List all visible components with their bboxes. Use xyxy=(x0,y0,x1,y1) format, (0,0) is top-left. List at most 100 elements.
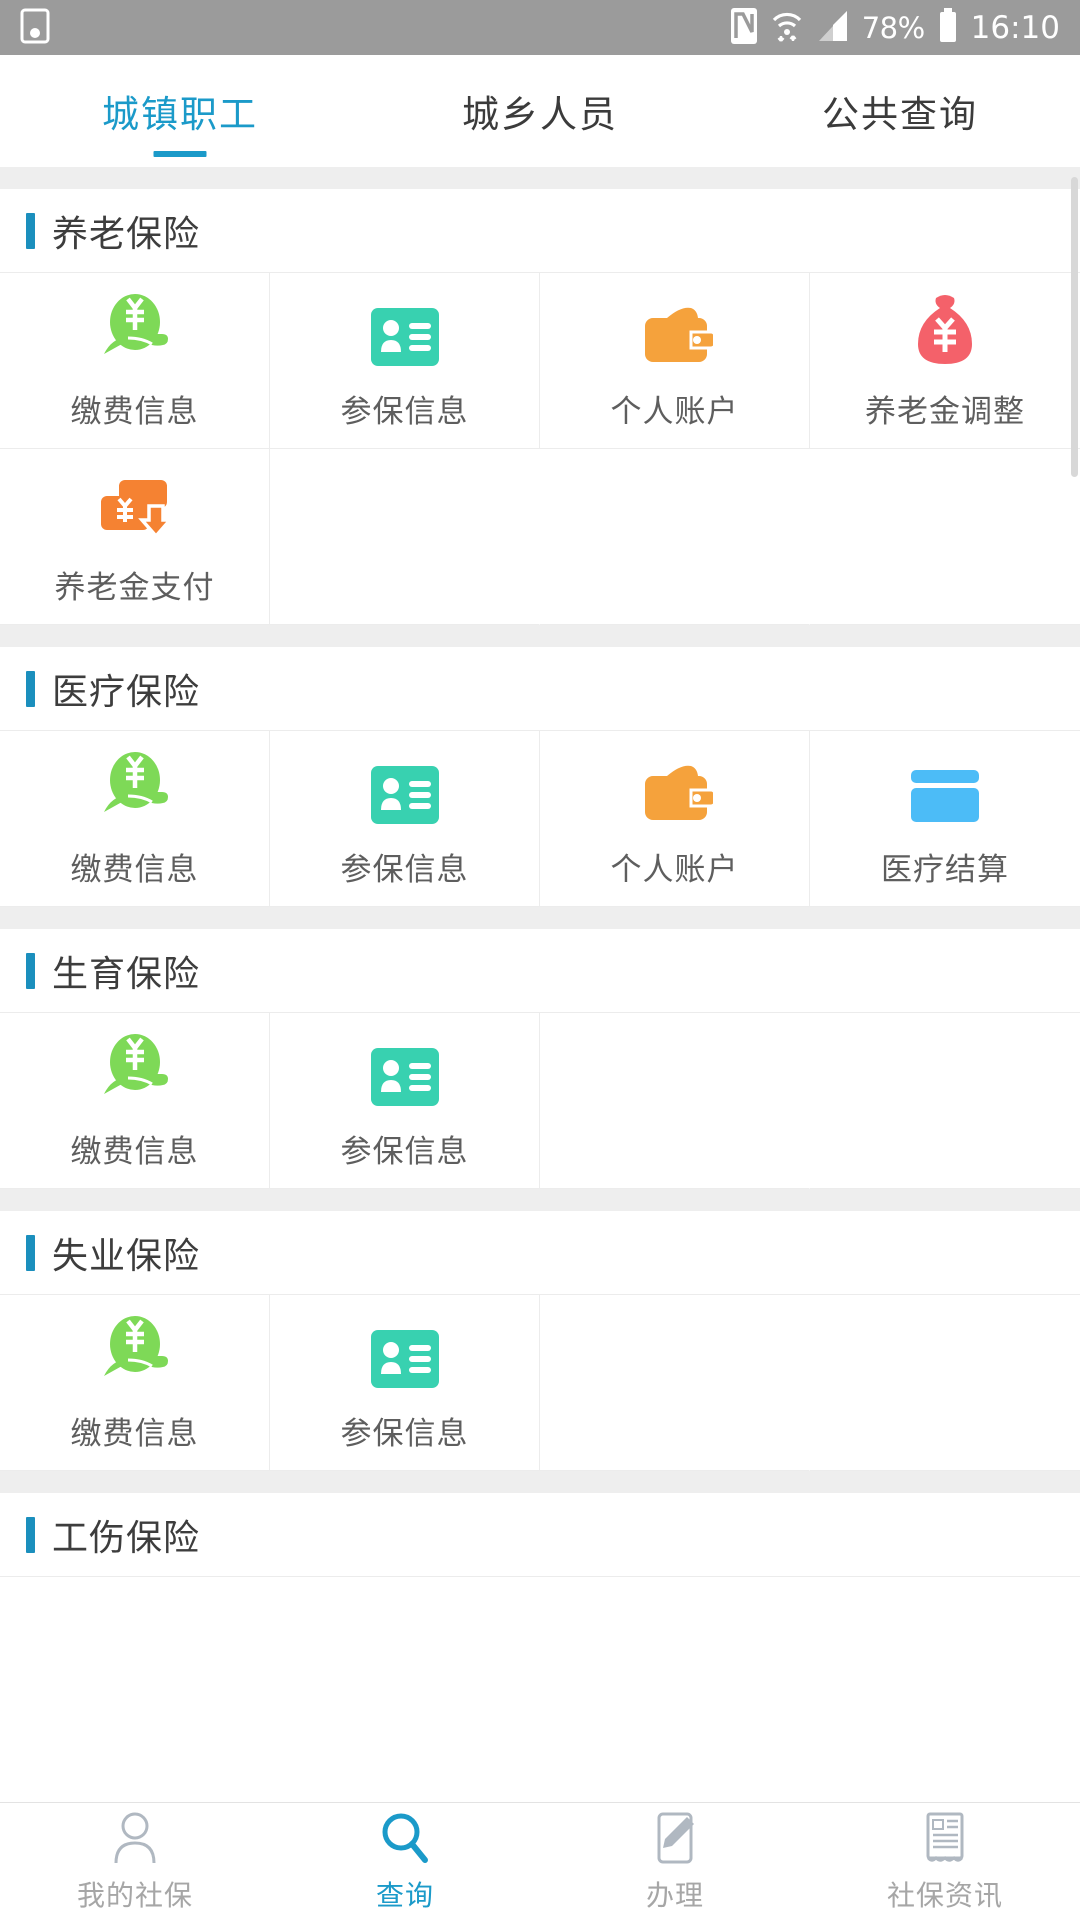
search-icon xyxy=(379,1810,431,1866)
grid-filler xyxy=(810,1295,1080,1471)
grid-item-maternity-enrollment-info[interactable]: 参保信息 xyxy=(270,1013,540,1189)
id-card-icon xyxy=(370,748,439,824)
tab-label: 城乡人员 xyxy=(462,93,618,136)
grid-filler xyxy=(810,449,1080,625)
grid-item-medical-settlement[interactable]: 医疗结算 xyxy=(810,731,1080,907)
nav-item-label: 我的社保 xyxy=(76,1878,193,1912)
tab-label: 公共查询 xyxy=(822,93,978,136)
tab-active-indicator xyxy=(153,151,207,157)
hand-yuan-icon xyxy=(96,1312,174,1388)
grid-item-label: 缴费信息 xyxy=(70,1416,199,1452)
section-gap xyxy=(0,1471,1080,1493)
wallet-icon xyxy=(637,748,713,824)
wifi-icon xyxy=(770,8,804,48)
nav-item-process[interactable]: 办理 xyxy=(540,1803,810,1920)
section-header-pension: 养老保险 xyxy=(0,189,1080,273)
grid-item-label: 医疗结算 xyxy=(881,852,1009,888)
grid-item-label: 参保信息 xyxy=(340,394,469,430)
hand-yuan-icon xyxy=(96,290,174,366)
pencil-document-icon xyxy=(649,1810,701,1866)
section-grid-pension: 缴费信息 参保信息 个人账户 养老金调整 养老金支付 xyxy=(0,273,1080,625)
section-accent-bar xyxy=(26,952,35,989)
grid-item-label: 参保信息 xyxy=(340,1416,469,1452)
tab-urban-employee[interactable]: 城镇职工 xyxy=(0,55,360,167)
bottom-navigation-bar: 我的社保 查询 办理 社保资讯 xyxy=(0,1802,1080,1920)
hand-yuan-icon xyxy=(96,748,174,824)
id-card-icon xyxy=(370,290,439,366)
nav-item-label: 查询 xyxy=(375,1878,434,1912)
grid-filler xyxy=(270,449,540,625)
section-header-work-injury: 工伤保险 xyxy=(0,1493,1080,1577)
section-gap xyxy=(0,907,1080,929)
money-bag-icon xyxy=(910,290,980,366)
section-title: 医疗保险 xyxy=(52,671,201,713)
grid-item-medical-enrollment-info[interactable]: 参保信息 xyxy=(270,731,540,907)
grid-item-medical-personal-account[interactable]: 个人账户 xyxy=(540,731,810,907)
status-bar: 78% 16:10 xyxy=(0,0,1080,55)
status-bar-right: 78% 16:10 xyxy=(730,7,1060,48)
nav-item-social-security-news[interactable]: 社保资讯 xyxy=(810,1803,1080,1920)
tab-label: 城镇职工 xyxy=(102,93,258,136)
grid-item-label: 养老金支付 xyxy=(54,570,215,606)
battery-icon xyxy=(938,7,958,48)
section-gap xyxy=(0,1189,1080,1211)
section-grid-medical: 缴费信息 参保信息 个人账户 医疗结算 xyxy=(0,731,1080,907)
grid-item-pension-payout[interactable]: 养老金支付 xyxy=(0,449,270,625)
grid-filler xyxy=(810,1013,1080,1189)
tab-urban-rural-resident[interactable]: 城乡人员 xyxy=(360,55,720,167)
cellular-signal-icon xyxy=(817,9,849,47)
hand-yuan-icon xyxy=(96,1030,174,1106)
grid-item-pension-personal-account[interactable]: 个人账户 xyxy=(540,273,810,449)
section-header-maternity: 生育保险 xyxy=(0,929,1080,1013)
section-accent-bar xyxy=(26,212,35,249)
user-outline-icon xyxy=(110,1810,160,1866)
grid-item-medical-payment-info[interactable]: 缴费信息 xyxy=(0,731,270,907)
nav-item-label: 社保资讯 xyxy=(886,1878,1003,1912)
grid-filler xyxy=(540,1013,810,1189)
vertical-scrollbar[interactable] xyxy=(1071,177,1078,477)
section-grid-unemployment: 缴费信息 参保信息 xyxy=(0,1295,1080,1471)
battery-percent-label: 78% xyxy=(861,10,925,45)
grid-item-maternity-payment-info[interactable]: 缴费信息 xyxy=(0,1013,270,1189)
grid-item-label: 缴费信息 xyxy=(70,1134,199,1170)
section-header-medical: 医疗保险 xyxy=(0,647,1080,731)
section-accent-bar xyxy=(26,1516,35,1553)
bank-card-icon xyxy=(907,748,983,824)
section-header-unemployment: 失业保险 xyxy=(0,1211,1080,1295)
section-title: 养老保险 xyxy=(52,213,201,255)
nav-item-label: 办理 xyxy=(645,1878,704,1912)
section-gap xyxy=(0,625,1080,647)
section-title: 生育保险 xyxy=(52,953,201,995)
newspaper-icon xyxy=(919,1810,971,1866)
section-title: 工伤保险 xyxy=(52,1517,201,1559)
top-tab-bar: 城镇职工 城乡人员 公共查询 xyxy=(0,55,1080,167)
id-card-icon xyxy=(370,1030,439,1106)
screen-record-icon xyxy=(20,8,50,48)
grid-item-unemployment-enrollment-info[interactable]: 参保信息 xyxy=(270,1295,540,1471)
tab-public-query[interactable]: 公共查询 xyxy=(720,55,1080,167)
section-accent-bar xyxy=(26,1234,35,1271)
grid-filler xyxy=(540,1295,810,1471)
section-accent-bar xyxy=(26,670,35,707)
grid-item-label: 参保信息 xyxy=(340,1134,469,1170)
grid-item-pension-enrollment-info[interactable]: 参保信息 xyxy=(270,273,540,449)
grid-item-label: 缴费信息 xyxy=(70,394,199,430)
section-grid-maternity: 缴费信息 参保信息 xyxy=(0,1013,1080,1189)
grid-item-label: 个人账户 xyxy=(610,394,739,430)
status-bar-clock: 16:10 xyxy=(970,9,1060,46)
grid-item-label: 参保信息 xyxy=(340,852,469,888)
section-gap xyxy=(0,167,1080,189)
card-payout-icon xyxy=(97,466,173,542)
nav-item-query[interactable]: 查询 xyxy=(270,1803,540,1920)
service-list-scroll-area[interactable]: 养老保险 缴费信息 参保信息 个人账户 养老金调整 养老金支付 医疗保险 缴费信… xyxy=(0,167,1080,1802)
wallet-icon xyxy=(637,290,713,366)
grid-item-pension-payment-info[interactable]: 缴费信息 xyxy=(0,273,270,449)
id-card-icon xyxy=(370,1312,439,1388)
grid-filler xyxy=(540,449,810,625)
grid-item-label: 养老金调整 xyxy=(865,394,1025,430)
nav-item-my-social-security[interactable]: 我的社保 xyxy=(0,1803,270,1920)
section-title: 失业保险 xyxy=(52,1235,201,1277)
grid-item-pension-adjustment[interactable]: 养老金调整 xyxy=(810,273,1080,449)
grid-item-label: 缴费信息 xyxy=(70,852,199,888)
grid-item-unemployment-payment-info[interactable]: 缴费信息 xyxy=(0,1295,270,1471)
